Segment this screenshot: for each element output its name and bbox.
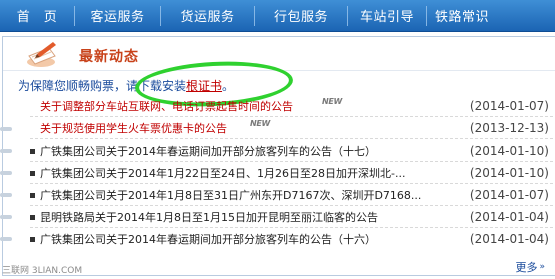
top-nav: 首 页 客运服务 货运服务 行包服务 车站引导 铁路常识 <box>0 0 555 32</box>
notice-prefix: 为保障您顺畅购票， <box>18 79 127 93</box>
bullet-icon <box>30 171 35 176</box>
news-title[interactable]: 广铁集团公司关于2014年春运期间加开部分旅客列车的公告（十七） <box>40 143 376 159</box>
news-date: (2014-01-10) <box>469 144 549 158</box>
more-link[interactable]: 更多» <box>515 259 545 275</box>
nav-divider <box>254 5 255 26</box>
nav-station-guide-label: 车站引导 <box>359 10 414 25</box>
nav-freight-service-label: 货运服务 <box>180 10 235 25</box>
nav-railway-knowledge[interactable]: 铁路常识 <box>427 0 497 32</box>
news-row[interactable]: 关于规范使用学生火车票优惠卡的公告 NEW (2013-12-13) <box>0 117 553 139</box>
news-row[interactable]: 关于调整部分车站互联网、电话订票起售时间的公告 NEW (2014-01-07) <box>0 95 553 117</box>
nav-divider <box>160 5 161 26</box>
news-row[interactable]: 广铁集团公司关于2014年1月22日至24日、1月26日至28日加开深圳北-..… <box>0 162 553 184</box>
news-date: (2014-01-10) <box>469 166 549 180</box>
nav-passenger-service-label: 客运服务 <box>90 10 145 25</box>
news-row[interactable]: 广铁集团公司关于2014年春运期间加开部分旅客列车的公告（十七） (2014-0… <box>0 140 553 162</box>
nav-passenger-service[interactable]: 客运服务 <box>75 0 160 32</box>
row-divider <box>30 138 553 139</box>
news-title[interactable]: 广铁集团公司关于2014年1月8日至31日广州东开D7167次、深圳开D7168… <box>40 187 450 203</box>
watermark: 三联网 3LIAN.COM <box>2 266 83 276</box>
news-date: (2014-01-07) <box>469 99 549 113</box>
nav-divider <box>347 5 348 26</box>
news-title[interactable]: 广铁集团公司关于2014年1月22日至24日、1月26日至28日加开深圳北-..… <box>40 165 450 181</box>
double-chevron-right-icon: » <box>539 262 545 272</box>
nav-railway-knowledge-label: 铁路常识 <box>434 10 489 25</box>
news-title[interactable]: 关于调整部分车站互联网、电话订票起售时间的公告 <box>40 98 320 114</box>
new-badge: NEW <box>322 97 343 106</box>
nav-divider <box>74 5 75 26</box>
bullet-icon <box>30 149 35 154</box>
nav-freight-service[interactable]: 货运服务 <box>161 0 254 32</box>
new-badge: NEW <box>250 119 271 128</box>
more-label: 更多 <box>515 261 538 274</box>
bullet-icon <box>30 215 35 220</box>
panel-title: 最新动态 <box>79 49 139 65</box>
news-date: (2013-12-13) <box>469 121 549 135</box>
news-date: (2014-01-04) <box>469 232 549 246</box>
news-title[interactable]: 广铁集团公司关于2014年春运期间加开部分旅客列车的公告（十六） <box>40 231 376 247</box>
nav-home[interactable]: 首 页 <box>0 0 74 32</box>
bullet-icon <box>30 237 35 242</box>
nav-parcel-service-label: 行包服务 <box>273 10 328 25</box>
news-title[interactable]: 关于规范使用学生火车票优惠卡的公告 <box>40 120 227 136</box>
news-row[interactable]: 昆明铁路局关于2014年1月8日至1月15日加开昆明至丽江临客的公告 (2014… <box>0 206 553 228</box>
nav-station-guide[interactable]: 车站引导 <box>348 0 426 32</box>
news-row[interactable]: 广铁集团公司关于2014年1月8日至31日广州东开D7167次、深圳开D7168… <box>0 184 553 206</box>
news-title[interactable]: 昆明铁路局关于2014年1月8日至1月15日加开昆明至丽江临客的公告 <box>40 209 378 225</box>
nav-parcel-service[interactable]: 行包服务 <box>255 0 347 32</box>
panel-header: 最新动态 <box>3 37 555 71</box>
nav-home-label: 首 页 <box>16 10 58 25</box>
news-row[interactable]: 广铁集团公司关于2014年春运期间加开部分旅客列车的公告（十六） (2014-0… <box>0 228 553 250</box>
bullet-icon <box>30 193 35 198</box>
notepad-pen-icon <box>27 42 56 67</box>
news-date: (2014-01-07) <box>469 188 549 202</box>
nav-divider <box>426 5 427 26</box>
news-date: (2014-01-04) <box>469 210 549 224</box>
